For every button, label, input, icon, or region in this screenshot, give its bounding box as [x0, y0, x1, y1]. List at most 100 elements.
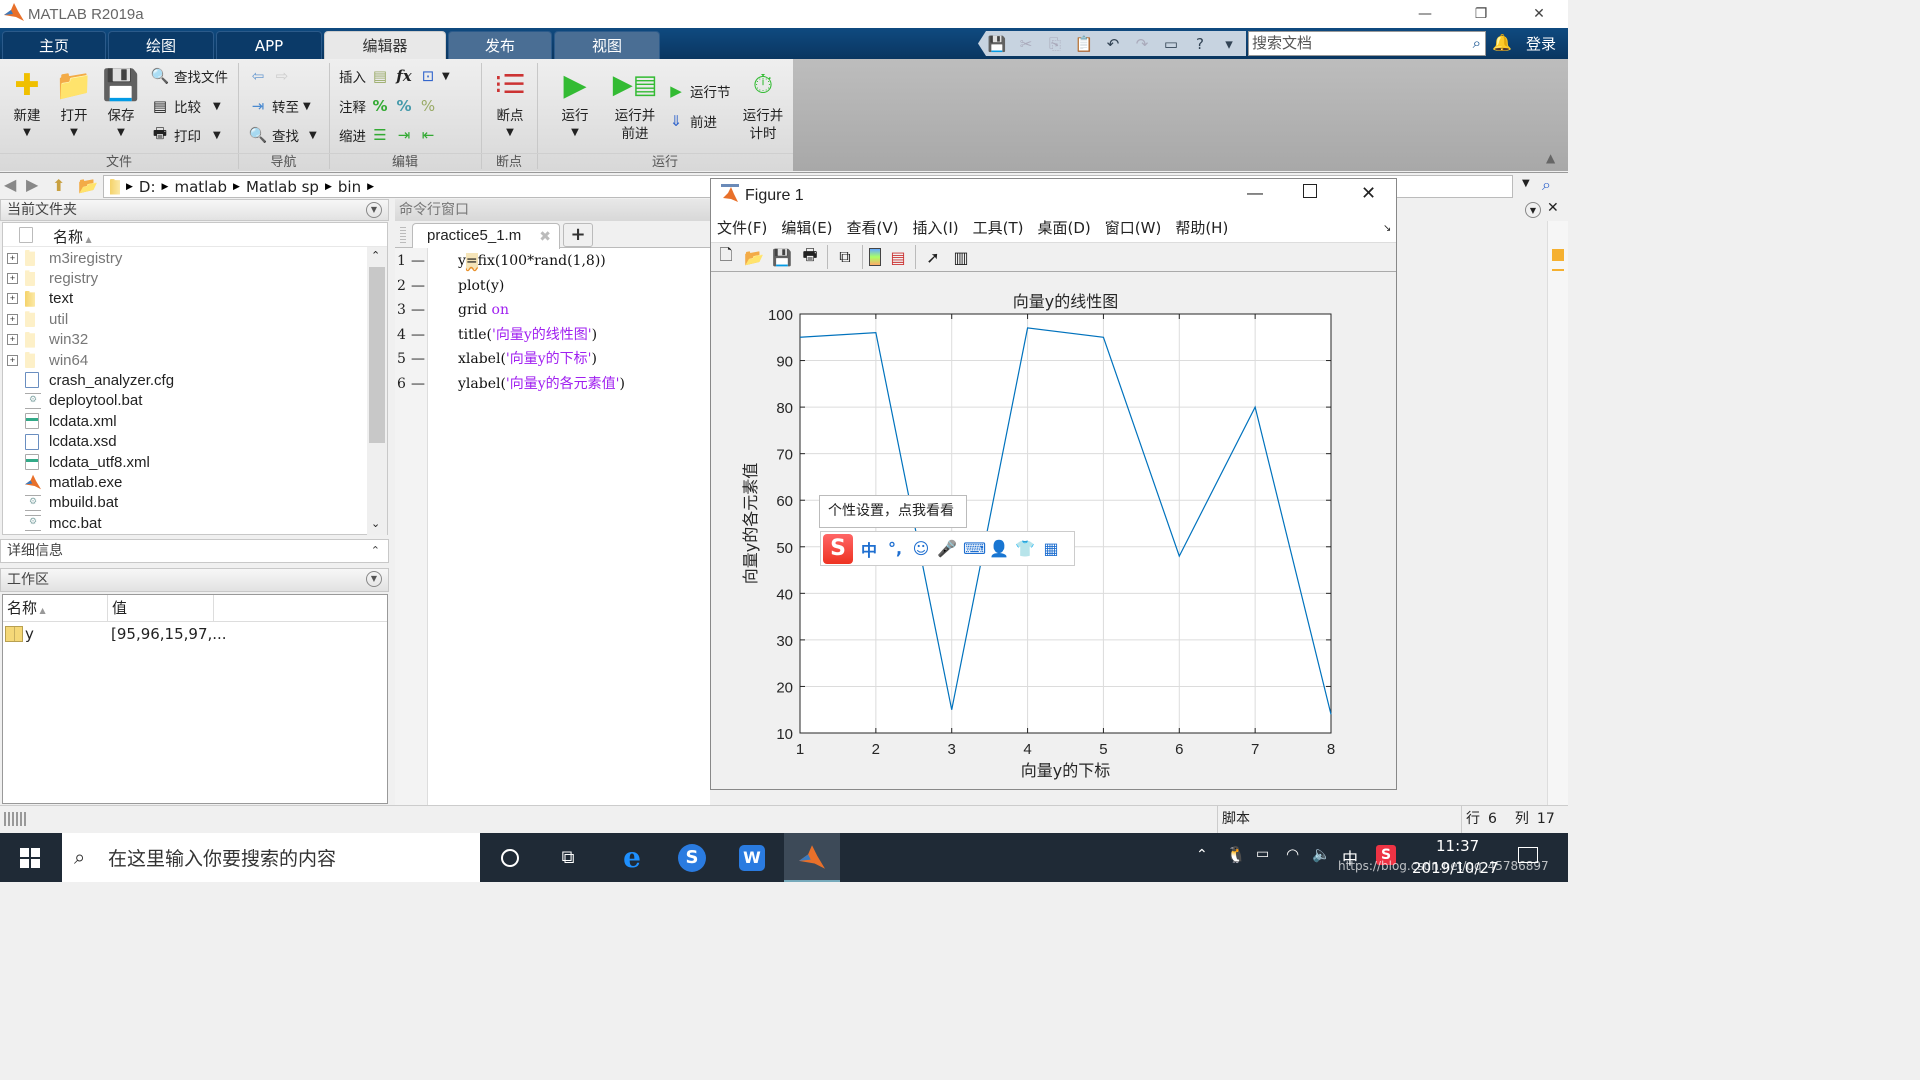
browse-folder-icon[interactable]: 📂	[78, 176, 98, 195]
undo-icon[interactable]: ↶	[1100, 33, 1126, 55]
scroll-down-icon[interactable]: ⌄	[371, 517, 380, 530]
link-plot-icon[interactable]: ⧉	[834, 246, 856, 268]
breakpoint-marker[interactable]: —	[411, 274, 425, 298]
show-hidden-icons[interactable]: ⌃	[1196, 847, 1208, 863]
save-figure-icon[interactable]: 💾	[771, 246, 793, 268]
forward-arrow-icon[interactable]: ⇨	[272, 66, 292, 86]
code-line[interactable]: ylabel('向量y的各元素值')	[458, 372, 625, 396]
smart-indent-icon[interactable]: ☰	[370, 125, 390, 145]
figure-menu-item[interactable]: 工具(T)	[973, 217, 1024, 238]
increase-indent-icon[interactable]: ⇥	[394, 125, 414, 145]
figure-menu-item[interactable]: 窗口(W)	[1105, 217, 1162, 238]
edge-browser-button[interactable]: e	[604, 833, 660, 882]
file-list-item[interactable]: + text	[3, 289, 367, 309]
figure-maximize-button[interactable]	[1303, 184, 1317, 198]
back-icon[interactable]: ◀	[4, 175, 16, 194]
file-list-item[interactable]: + win64	[3, 350, 367, 370]
dropdown-arrow-icon[interactable]: ▼	[442, 71, 450, 82]
code-line[interactable]: y=fix(100*rand(1,8))	[458, 249, 606, 273]
sogou-browser-button[interactable]: S	[664, 833, 720, 882]
command-window-header[interactable]: 命令行窗口	[395, 199, 710, 221]
insert-fi-icon[interactable]: ⊡	[418, 66, 438, 86]
open-button[interactable]: 📁 打开 ▼	[52, 65, 96, 139]
comment-percent-icon[interactable]: %	[370, 96, 390, 116]
expand-folder-icon[interactable]: +	[7, 293, 18, 305]
insert-section-icon[interactable]: ▤	[370, 66, 390, 86]
clock-time[interactable]: 11:37	[1436, 837, 1479, 855]
tab-publish[interactable]: 发布	[448, 31, 552, 59]
crumb-drive[interactable]: D:	[139, 178, 156, 196]
sogou-logo-icon[interactable]: S	[823, 533, 853, 564]
code-line[interactable]: grid on	[458, 298, 509, 322]
file-list-scrollbar[interactable]: ⌃ ⌄	[367, 247, 387, 535]
ime-toolbox-icon[interactable]: ▦	[1041, 539, 1061, 558]
insert-function-fx-icon[interactable]: fx	[394, 66, 414, 86]
close-panel-icon[interactable]: ✕	[1547, 200, 1559, 216]
breakpoint-marker[interactable]: —	[411, 249, 425, 273]
wrap-comment-icon[interactable]: %	[418, 96, 438, 116]
paste-icon[interactable]: 📋	[1071, 33, 1097, 55]
figure-menu-item[interactable]: 帮助(H)	[1175, 217, 1228, 238]
search-folder-icon[interactable]: ⌕	[1542, 175, 1551, 195]
panel-actions-icon[interactable]: ▼	[366, 571, 382, 587]
search-icon[interactable]: ⌕	[1473, 32, 1481, 55]
copy-icon[interactable]: ⎘	[1042, 33, 1068, 55]
breakpoint-marker[interactable]: —	[411, 298, 425, 322]
wifi-icon[interactable]: ◠	[1286, 845, 1299, 863]
run-section-button[interactable]: ▶ 运行节	[666, 79, 730, 103]
notification-bell-icon[interactable]: 🔔	[1492, 33, 1512, 52]
file-tab-practice5-1[interactable]: practice5_1.m ✖	[412, 223, 560, 249]
ime-skin-icon[interactable]: 👕	[1015, 539, 1035, 558]
battery-icon[interactable]: ▭	[1256, 846, 1269, 862]
scroll-thumb[interactable]	[369, 267, 385, 443]
figure-menu-item[interactable]: 插入(I)	[913, 217, 959, 238]
figure-menu-item[interactable]: 查看(V)	[847, 217, 899, 238]
goto-button[interactable]: ⇥ 转至 ▼	[248, 94, 311, 118]
tab-plots[interactable]: 绘图	[108, 31, 214, 59]
redo-icon[interactable]: ↷	[1129, 33, 1155, 55]
file-list-item[interactable]: lcdata.xsd	[3, 432, 367, 452]
figure-minimize-button[interactable]: —	[1247, 185, 1263, 203]
insert-colorbar-icon[interactable]	[869, 248, 881, 266]
file-list-item[interactable]: + win32	[3, 330, 367, 350]
close-button[interactable]: ✕	[1510, 0, 1568, 28]
new-figure-icon[interactable]: 🗋	[715, 245, 737, 268]
back-arrow-icon[interactable]: ⇦	[248, 66, 268, 86]
workspace-row[interactable]: y [95,96,15,97,...	[3, 624, 387, 646]
print-button[interactable]: 🖶 打印 ▼	[150, 123, 221, 147]
close-tab-icon[interactable]: ✖	[539, 224, 551, 248]
property-inspector-icon[interactable]: ▥	[950, 246, 972, 268]
dock-figure-icon[interactable]: ↘	[1383, 223, 1391, 234]
run-and-advance-button[interactable]: ▶▤ 运行并 前进	[610, 65, 660, 143]
file-list-item[interactable]: crash_analyzer.cfg	[3, 370, 367, 390]
wps-button[interactable]: W	[724, 833, 780, 882]
ime-emoji-icon[interactable]: ☺	[911, 539, 931, 558]
cut-icon[interactable]: ✂	[1013, 33, 1039, 55]
crumb-matlab[interactable]: matlab	[174, 178, 227, 196]
breakpoint-marker[interactable]: —	[411, 347, 425, 371]
file-list-item[interactable]: ⚙ deploytool.bat	[3, 391, 367, 411]
action-center-icon[interactable]	[1518, 847, 1538, 863]
workspace-value-column[interactable]: 值	[108, 595, 214, 622]
code-analyzer-warning[interactable]: =	[465, 253, 478, 269]
start-button[interactable]	[2, 833, 58, 882]
run-button[interactable]: ▶ 运行 ▼	[553, 65, 597, 139]
print-figure-icon[interactable]: 🖶	[799, 245, 821, 268]
file-list-item[interactable]: + registry	[3, 268, 367, 288]
expand-folder-icon[interactable]: +	[7, 272, 18, 284]
login-link[interactable]: 登录	[1526, 33, 1556, 54]
code-line[interactable]: xlabel('向量y的下标')	[458, 347, 597, 371]
insert-legend-icon[interactable]: ▤	[887, 246, 909, 268]
minimize-button[interactable]: —	[1396, 0, 1454, 28]
new-tab-button[interactable]: +	[563, 223, 593, 247]
crumb-bin[interactable]: bin	[338, 178, 361, 196]
ime-account-icon[interactable]: 👤	[989, 539, 1009, 558]
code-analyzer-bar[interactable]	[1547, 221, 1568, 805]
panel-actions-icon[interactable]: ▼	[366, 202, 382, 218]
expand-folder-icon[interactable]: +	[7, 313, 18, 325]
tab-home[interactable]: 主页	[2, 31, 106, 59]
breakpoint-marker[interactable]: —	[411, 323, 425, 347]
expand-folder-icon[interactable]: +	[7, 354, 18, 366]
customize-dropdown-icon[interactable]: ▾	[1216, 33, 1242, 55]
warning-indicator-icon[interactable]	[1552, 249, 1564, 261]
